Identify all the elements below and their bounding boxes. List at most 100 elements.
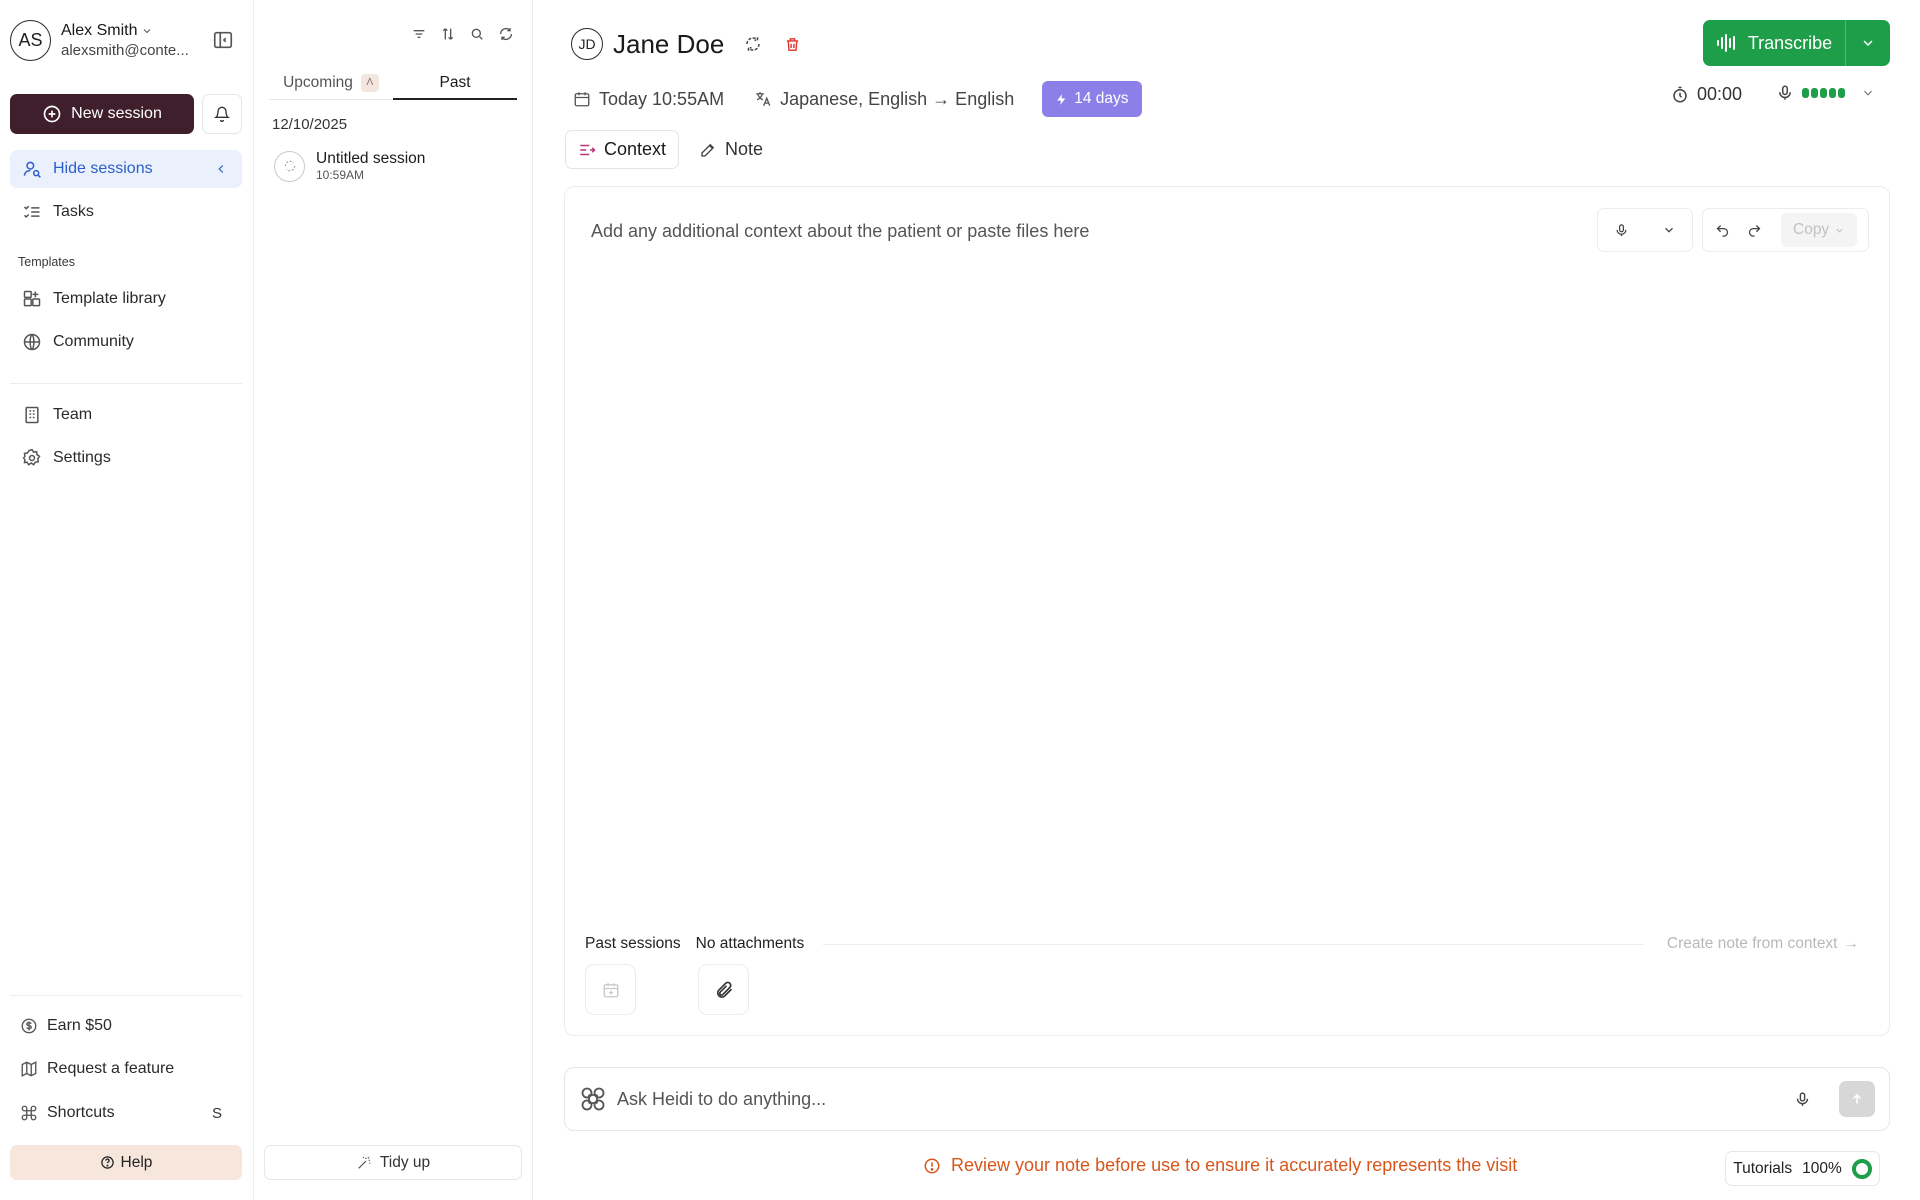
- shortcut-key: S: [211, 1104, 222, 1122]
- trash-icon[interactable]: [784, 36, 801, 53]
- help-circle-icon: [100, 1155, 115, 1170]
- microphone-selector[interactable]: [1776, 84, 1875, 102]
- create-note-button[interactable]: Create note from context →: [1667, 935, 1859, 953]
- transcribe-button[interactable]: Transcribe: [1703, 20, 1890, 66]
- editor-placeholder: Add any additional context about the pat…: [591, 221, 1090, 241]
- gear-icon: [22, 448, 42, 468]
- new-session-button[interactable]: New session: [10, 94, 194, 134]
- tab-note[interactable]: Note: [687, 130, 775, 169]
- tutorials-button[interactable]: Tutorials 100%: [1725, 1151, 1880, 1186]
- tab-past[interactable]: Past: [393, 66, 517, 100]
- session-list-item[interactable]: Untitled session 10:59AM: [274, 150, 425, 182]
- sidebar-divider: [10, 995, 242, 996]
- review-warning: Review your note before use to ensure it…: [923, 1155, 1517, 1176]
- chevron-down-icon: [141, 25, 153, 37]
- sidebar-item-settings[interactable]: Settings: [10, 439, 242, 477]
- heidi-logo-icon: [579, 1085, 607, 1113]
- send-button[interactable]: [1839, 1081, 1875, 1117]
- search-icon[interactable]: [469, 26, 485, 42]
- filter-icon[interactable]: [411, 26, 427, 42]
- map-icon: [20, 1060, 38, 1078]
- context-editor[interactable]: Add any additional context about the pat…: [564, 186, 1890, 1036]
- microphone-icon[interactable]: [1794, 1091, 1811, 1108]
- chevron-left-icon: [214, 162, 228, 176]
- sidebar-item-community[interactable]: Community: [10, 323, 242, 361]
- arrow-up-icon: [1850, 1092, 1864, 1106]
- dollar-circle-icon: [20, 1017, 38, 1035]
- undo-icon[interactable]: [1715, 223, 1730, 238]
- session-date[interactable]: Today 10:55AM: [573, 89, 724, 110]
- patient-name[interactable]: Jane Doe: [613, 29, 724, 60]
- chevron-down-icon[interactable]: [1662, 223, 1676, 237]
- list-checks-icon: [22, 202, 42, 222]
- upcoming-badge: Λ: [360, 73, 379, 92]
- ask-heidi-bar: [564, 1067, 1890, 1131]
- sidebar-divider: [10, 383, 242, 384]
- sidebar-item-team[interactable]: Team: [10, 396, 242, 434]
- transcribe-options[interactable]: [1846, 35, 1890, 51]
- copy-button[interactable]: Copy: [1781, 213, 1858, 247]
- profile-menu[interactable]: AS Alex Smith alexsmith@conte...: [10, 20, 189, 61]
- ask-heidi-input[interactable]: [617, 1088, 1784, 1110]
- tab-context[interactable]: Context: [565, 130, 680, 169]
- globe-icon: [22, 332, 42, 352]
- user-email: alexsmith@conte...: [61, 41, 189, 59]
- recording-timer: 00:00: [1671, 84, 1742, 105]
- sidebar-item-tasks[interactable]: Tasks: [10, 193, 242, 231]
- microphone-icon[interactable]: [1614, 223, 1629, 238]
- dashed-sync-icon: [283, 159, 297, 173]
- context-lines-icon: [578, 141, 596, 159]
- refresh-icon[interactable]: [498, 26, 514, 42]
- add-past-session-button[interactable]: [585, 964, 636, 1015]
- sessions-tabs: Upcoming Λ Past: [269, 66, 517, 100]
- past-sessions-label: Past sessions: [585, 935, 681, 952]
- chevron-down-icon: [1834, 225, 1845, 236]
- plus-circle-icon: [42, 104, 62, 124]
- mic-level-meter: [1802, 88, 1845, 98]
- editor-footer-labels: Past sessions No attachments: [585, 935, 804, 953]
- layout-grid-icon: [22, 289, 42, 309]
- language-selector[interactable]: Japanese, English → English: [754, 89, 1014, 110]
- tidy-up-button[interactable]: Tidy up: [264, 1145, 522, 1180]
- redo-icon[interactable]: [1747, 223, 1762, 238]
- session-avatar: [274, 150, 305, 182]
- session-date-group: 12/10/2025: [272, 116, 348, 133]
- notifications-button[interactable]: [202, 94, 242, 134]
- sidebar-toggle-icon[interactable]: [212, 29, 234, 51]
- tutorials-progress: 100%: [1802, 1159, 1842, 1177]
- sidebar: AS Alex Smith alexsmith@conte... New ses…: [0, 0, 254, 1200]
- help-button[interactable]: Help: [10, 1145, 242, 1180]
- lightning-icon: [1055, 93, 1068, 106]
- session-meta: Today 10:55AM Japanese, English → Englis…: [573, 81, 1142, 117]
- chevron-down-icon: [1860, 35, 1876, 51]
- stopwatch-icon: [1671, 86, 1689, 104]
- alert-circle-icon: [923, 1157, 941, 1175]
- sidebar-item-shortcuts[interactable]: Shortcuts S: [10, 1094, 242, 1132]
- sidebar-item-template-library[interactable]: Template library: [10, 280, 242, 318]
- sidebar-item-request-feature[interactable]: Request a feature: [10, 1050, 242, 1088]
- sidebar-item-earn[interactable]: Earn $50: [10, 1007, 242, 1045]
- chevron-down-icon: [1861, 86, 1875, 100]
- pencil-icon: [699, 141, 717, 159]
- command-icon: [20, 1104, 38, 1122]
- progress-ring-icon: [1851, 1158, 1872, 1179]
- sort-icon[interactable]: [440, 26, 456, 42]
- main-content: JD Jane Doe Today 10:55AM Japanese, Engl…: [533, 0, 1920, 1200]
- arrow-right-icon: →: [1843, 935, 1860, 952]
- hide-sessions-button[interactable]: Hide sessions: [10, 150, 242, 188]
- trial-days-badge[interactable]: 14 days: [1042, 81, 1142, 117]
- session-time: 10:59AM: [316, 168, 365, 182]
- editor-actions: Copy: [1702, 208, 1869, 252]
- user-search-icon: [22, 159, 42, 179]
- calendar-icon: [573, 90, 591, 108]
- waveform-icon: [1716, 34, 1738, 52]
- tab-upcoming[interactable]: Upcoming Λ: [269, 66, 393, 99]
- transcribe-start[interactable]: Transcribe: [1703, 20, 1846, 66]
- attach-file-button[interactable]: [698, 964, 749, 1015]
- building-icon: [22, 405, 42, 425]
- user-name: Alex Smith: [61, 21, 138, 39]
- templates-heading: Templates: [18, 255, 75, 269]
- footer-divider: [823, 944, 1643, 945]
- sync-icon[interactable]: [744, 35, 762, 53]
- dictation-controls: [1597, 208, 1693, 252]
